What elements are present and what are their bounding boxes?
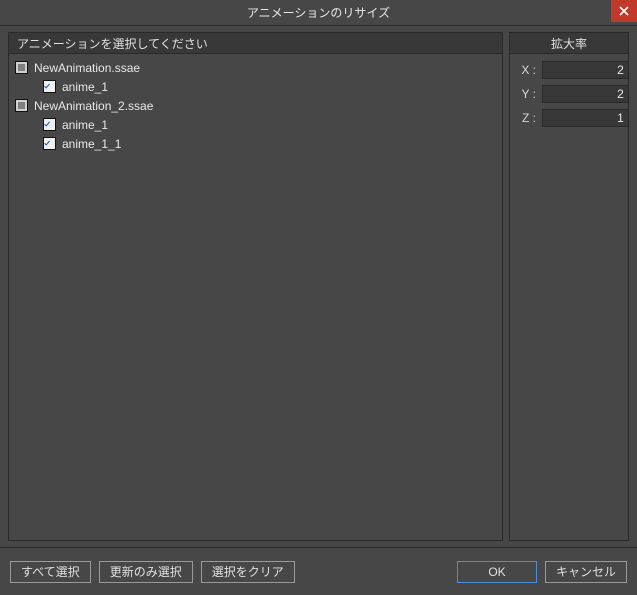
animation-list-panel: アニメーションを選択してください NewAnimation.ssae anime_… bbox=[8, 32, 503, 541]
content-area: アニメーションを選択してください NewAnimation.ssae anime_… bbox=[0, 26, 637, 547]
close-button[interactable] bbox=[611, 0, 637, 22]
close-icon bbox=[619, 6, 629, 16]
scale-panel: 拡大率 X : Y : Z : bbox=[509, 32, 629, 541]
tree-label: anime_1 bbox=[62, 80, 108, 94]
tree-row[interactable]: NewAnimation.ssae bbox=[11, 58, 500, 77]
tree-checkbox[interactable] bbox=[15, 61, 28, 74]
scale-row-z: Z : bbox=[512, 106, 626, 130]
select-all-button[interactable]: すべて選択 bbox=[10, 561, 91, 583]
window-title: アニメーションのリサイズ bbox=[247, 4, 390, 21]
scale-header: 拡大率 bbox=[509, 32, 629, 54]
tree-label: anime_1_1 bbox=[62, 137, 121, 151]
tree-label: NewAnimation_2.ssae bbox=[34, 99, 153, 113]
tree-label: anime_1 bbox=[62, 118, 108, 132]
scale-y-input[interactable] bbox=[542, 85, 629, 103]
tree-checkbox[interactable] bbox=[43, 80, 56, 93]
scale-body: X : Y : Z : bbox=[509, 54, 629, 541]
tree-row[interactable]: anime_1 bbox=[11, 115, 500, 134]
tree-label: NewAnimation.ssae bbox=[34, 61, 140, 75]
footer: すべて選択 更新のみ選択 選択をクリア OK キャンセル bbox=[0, 547, 637, 595]
clear-selection-button[interactable]: 選択をクリア bbox=[201, 561, 295, 583]
ok-button[interactable]: OK bbox=[457, 561, 537, 583]
tree-checkbox[interactable] bbox=[43, 137, 56, 150]
animation-list-header: アニメーションを選択してください bbox=[8, 32, 503, 54]
scale-z-input[interactable] bbox=[542, 109, 629, 127]
scale-y-label: Y : bbox=[516, 87, 536, 101]
select-updated-button[interactable]: 更新のみ選択 bbox=[99, 561, 193, 583]
animation-tree: NewAnimation.ssae anime_1 NewAnimation_2.s… bbox=[8, 54, 503, 541]
scale-row-x: X : bbox=[512, 58, 626, 82]
cancel-button[interactable]: キャンセル bbox=[545, 561, 627, 583]
scale-header-label: 拡大率 bbox=[551, 35, 587, 52]
scale-x-label: X : bbox=[516, 63, 536, 77]
tree-row[interactable]: NewAnimation_2.ssae bbox=[11, 96, 500, 115]
scale-z-label: Z : bbox=[516, 111, 536, 125]
tree-checkbox[interactable] bbox=[15, 99, 28, 112]
tree-checkbox[interactable] bbox=[43, 118, 56, 131]
tree-row[interactable]: anime_1 bbox=[11, 77, 500, 96]
scale-row-y: Y : bbox=[512, 82, 626, 106]
tree-row[interactable]: anime_1_1 bbox=[11, 134, 500, 153]
titlebar: アニメーションのリサイズ bbox=[0, 0, 637, 26]
animation-list-header-label: アニメーションを選択してください bbox=[17, 35, 208, 52]
scale-x-input[interactable] bbox=[542, 61, 629, 79]
